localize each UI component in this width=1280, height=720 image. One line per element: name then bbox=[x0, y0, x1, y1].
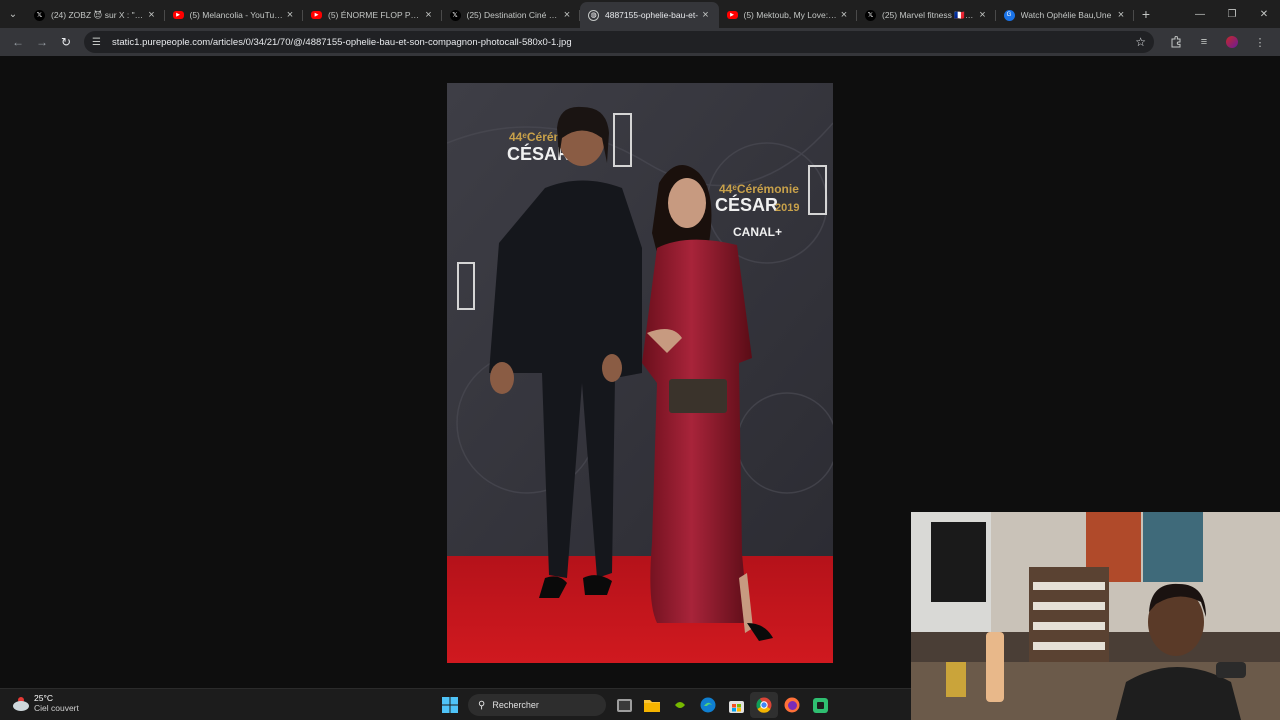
address-bar[interactable]: ☰ static1.purepeople.com/articles/0/34/2… bbox=[84, 31, 1154, 53]
photo-svg: 44ᵉCérémonie CÉSAR 44ᵉCérémonie CÉSAR 20… bbox=[447, 83, 833, 663]
avatar bbox=[1226, 36, 1238, 48]
youtube-icon: ▶ bbox=[311, 11, 322, 19]
windows-icon bbox=[442, 697, 458, 713]
bookmark-star-icon[interactable]: ☆ bbox=[1135, 35, 1146, 49]
displayed-image[interactable]: 44ᵉCérémonie CÉSAR 44ᵉCérémonie CÉSAR 20… bbox=[447, 83, 833, 663]
x-icon: 𝕏 bbox=[449, 9, 461, 21]
year-label: 2019 bbox=[775, 202, 799, 214]
tab-title: (24) ZOBZ 😈 sur X : "Elle bbox=[51, 9, 145, 20]
close-icon[interactable]: × bbox=[422, 9, 436, 21]
playlist-icon: ≡ bbox=[1200, 36, 1208, 48]
poster bbox=[1143, 512, 1203, 582]
more-vert-icon: ⋮ bbox=[1254, 36, 1266, 49]
nvidia-icon[interactable] bbox=[666, 692, 694, 718]
arrow-right-icon: → bbox=[36, 35, 48, 49]
reload-icon: ↻ bbox=[60, 35, 72, 49]
close-icon[interactable]: × bbox=[699, 9, 713, 21]
forward-button[interactable]: → bbox=[30, 30, 54, 54]
close-icon[interactable]: × bbox=[837, 9, 851, 21]
taskbar-center: ⚲ Rechercher bbox=[436, 692, 834, 718]
tab-search-button[interactable]: ⌄ bbox=[0, 0, 26, 28]
x-icon: 𝕏 bbox=[34, 9, 45, 21]
tab-4[interactable]: ◍ 4887155-ophelie-bau-et- × bbox=[580, 2, 719, 28]
canal-label: CANAL+ bbox=[733, 225, 782, 239]
tab-title: 4887155-ophelie-bau-et- bbox=[605, 10, 699, 20]
globe-icon: ◍ bbox=[588, 9, 599, 21]
media-controls-button[interactable]: ≡ bbox=[1190, 30, 1218, 54]
tab-title: (5) Melancolia - YouTube bbox=[189, 10, 284, 20]
weather-condition: Ciel couvert bbox=[34, 703, 79, 713]
ceremony-label: 44ᵉCérémonie bbox=[719, 182, 799, 196]
chrome-icon[interactable] bbox=[750, 692, 778, 718]
arrow-left-icon: ← bbox=[12, 35, 24, 49]
youtube-icon: ▶ bbox=[172, 11, 184, 19]
task-view-icon[interactable] bbox=[610, 692, 638, 718]
site-info-icon[interactable]: ☰ bbox=[92, 37, 106, 48]
jar bbox=[946, 662, 966, 697]
tab-list: 𝕏 (24) ZOBZ 😈 sur X : "Elle × ▶ (5) Mela… bbox=[26, 0, 1134, 28]
tab-title: (25) Marvel fitness 🇫🇷 sur bbox=[882, 9, 976, 20]
close-icon[interactable]: × bbox=[145, 9, 159, 21]
clutch-bag bbox=[669, 379, 727, 413]
close-icon[interactable]: × bbox=[283, 9, 297, 21]
minimize-icon[interactable]: — bbox=[1184, 9, 1216, 20]
taskbar-search[interactable]: ⚲ Rechercher bbox=[468, 694, 606, 716]
youtube-icon: ▶ bbox=[726, 11, 738, 19]
menu-button[interactable]: ⋮ bbox=[1246, 30, 1274, 54]
close-icon[interactable]: × bbox=[976, 9, 990, 21]
red-carpet bbox=[447, 556, 833, 663]
extensions-button[interactable] bbox=[1162, 30, 1190, 54]
tab-2[interactable]: ▶ (5) ÉNORME FLOP POUR × bbox=[303, 2, 442, 28]
file-explorer-icon[interactable] bbox=[638, 692, 666, 718]
new-tab-button[interactable]: + bbox=[1134, 6, 1158, 22]
search-placeholder: Rechercher bbox=[492, 700, 539, 710]
tab-3[interactable]: 𝕏 (25) Destination Ciné sur × bbox=[442, 2, 581, 28]
close-icon[interactable]: × bbox=[560, 9, 574, 21]
tab-strip: ⌄ 𝕏 (24) ZOBZ 😈 sur X : "Elle × ▶ (5) Me… bbox=[0, 0, 1280, 28]
tab-0[interactable]: 𝕏 (24) ZOBZ 😈 sur X : "Elle × bbox=[26, 2, 165, 28]
start-button[interactable] bbox=[436, 692, 464, 718]
tab-7[interactable]: G Watch Ophélie Bau,Une × bbox=[996, 2, 1135, 28]
windows-taskbar: 25°C Ciel couvert ⚲ Rechercher bbox=[0, 688, 911, 720]
close-icon[interactable]: × bbox=[1114, 9, 1128, 21]
site-icon: G bbox=[1003, 9, 1015, 21]
puzzle-icon bbox=[1171, 36, 1181, 48]
tab-title: Watch Ophélie Bau,Une bbox=[1020, 10, 1112, 20]
tab-5[interactable]: ▶ (5) Mektoub, My Love: Ca × bbox=[719, 2, 858, 28]
tab-title: (25) Destination Ciné sur bbox=[466, 10, 561, 20]
close-window-icon[interactable]: ✕ bbox=[1248, 9, 1280, 20]
search-icon: ⚲ bbox=[478, 699, 486, 711]
chevron-down-icon: ⌄ bbox=[8, 8, 18, 20]
tab-1[interactable]: ▶ (5) Melancolia - YouTube × bbox=[165, 2, 304, 28]
microphone bbox=[1216, 662, 1246, 678]
url-text[interactable]: static1.purepeople.com/articles/0/34/21/… bbox=[112, 37, 1135, 48]
cesar-label: CÉSAR bbox=[715, 194, 778, 215]
reload-button[interactable]: ↻ bbox=[54, 30, 78, 54]
tab-title: (5) Mektoub, My Love: Ca bbox=[743, 10, 838, 20]
window-controls: — ❐ ✕ bbox=[1184, 0, 1280, 28]
weather-widget[interactable]: 25°C Ciel couvert bbox=[12, 693, 79, 713]
store-icon[interactable] bbox=[722, 692, 750, 718]
bottle bbox=[986, 632, 1004, 702]
firefox-icon[interactable] bbox=[778, 692, 806, 718]
browser-toolbar: ← → ↻ ☰ static1.purepeople.com/articles/… bbox=[0, 28, 1280, 56]
edge-icon[interactable] bbox=[694, 692, 722, 718]
weather-temp: 25°C bbox=[34, 693, 53, 703]
restore-icon[interactable]: ❐ bbox=[1216, 9, 1248, 20]
tab-title: (5) ÉNORME FLOP POUR bbox=[328, 10, 422, 20]
tab-6[interactable]: 𝕏 (25) Marvel fitness 🇫🇷 sur × bbox=[857, 2, 996, 28]
app-icon[interactable] bbox=[806, 692, 834, 718]
webcam-svg bbox=[911, 512, 1280, 720]
x-icon: 𝕏 bbox=[865, 9, 876, 21]
back-button[interactable]: ← bbox=[6, 30, 30, 54]
webcam-overlay bbox=[911, 512, 1280, 720]
profile-button[interactable] bbox=[1218, 30, 1246, 54]
cloud-icon bbox=[12, 694, 30, 712]
monitor bbox=[931, 522, 986, 602]
